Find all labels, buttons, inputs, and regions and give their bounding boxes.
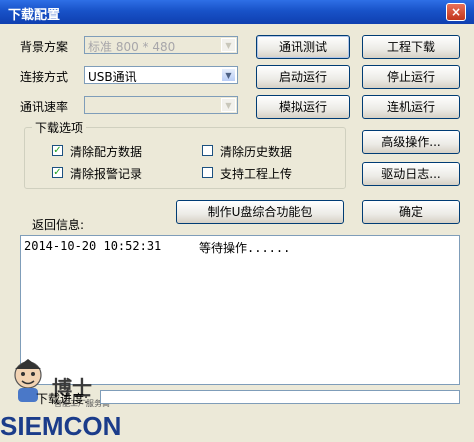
output-log[interactable]: 2014-10-20 10:52:31 等待操作...... xyxy=(20,235,460,385)
log-timestamp: 2014-10-20 10:52:31 xyxy=(24,239,162,253)
clear-alarm-label: 清除报警记录 xyxy=(70,167,143,181)
window-title: 下载配置 xyxy=(8,8,61,23)
clear-history-checkbox[interactable] xyxy=(202,145,213,156)
progress-label: 下载进度: xyxy=(36,392,89,406)
baud-rate-label: 通讯速率 xyxy=(20,100,69,114)
start-run-button[interactable]: 启动运行 xyxy=(256,65,350,89)
confirm-button[interactable]: 确定 xyxy=(362,200,460,224)
log-message: 等待操作...... xyxy=(199,241,291,255)
download-options-title: 下载选项 xyxy=(32,119,87,136)
support-upload-checkbox[interactable] xyxy=(202,167,213,178)
background-scheme-select[interactable]: 标准 800 * 480 ▼ xyxy=(84,36,238,54)
clear-alarm-checkbox[interactable]: ✓ xyxy=(52,167,63,178)
output-label: 返回信息: xyxy=(32,218,85,232)
title-bar: 下载配置 × xyxy=(0,0,474,24)
connection-mode-select[interactable]: USB通讯 ▼ xyxy=(84,66,238,84)
check-icon: ✓ xyxy=(53,167,62,178)
simulate-run-button[interactable]: 模拟运行 xyxy=(256,95,350,119)
clear-recipe-checkbox[interactable]: ✓ xyxy=(52,145,63,156)
chevron-down-icon: ▼ xyxy=(221,68,236,82)
connection-mode-value: USB通讯 xyxy=(88,70,137,84)
baud-rate-select[interactable]: ▼ xyxy=(84,96,238,114)
check-icon: ✓ xyxy=(53,145,62,156)
connection-mode-label: 连接方式 xyxy=(20,70,69,84)
chevron-down-icon: ▼ xyxy=(221,38,236,52)
download-progress-bar xyxy=(100,390,460,404)
driver-log-button[interactable]: 驱动日志... xyxy=(362,162,460,186)
brand-logo: SIEMCON xyxy=(0,411,122,441)
clear-recipe-label: 清除配方数据 xyxy=(70,145,143,159)
background-scheme-label: 背景方案 xyxy=(20,40,69,54)
online-run-button[interactable]: 连机运行 xyxy=(362,95,460,119)
make-udisk-package-button[interactable]: 制作U盘综合功能包 xyxy=(176,200,344,224)
support-upload-label: 支持工程上传 xyxy=(220,167,293,181)
stop-run-button[interactable]: 停止运行 xyxy=(362,65,460,89)
clear-history-label: 清除历史数据 xyxy=(220,145,293,159)
project-download-button[interactable]: 工程下载 xyxy=(362,35,460,59)
comm-test-button[interactable]: 通讯测试 xyxy=(256,35,350,59)
background-scheme-value: 标准 800 * 480 xyxy=(88,40,176,54)
close-button[interactable]: × xyxy=(446,3,466,21)
chevron-down-icon: ▼ xyxy=(221,98,236,112)
advanced-operations-button[interactable]: 高级操作... xyxy=(362,130,460,154)
